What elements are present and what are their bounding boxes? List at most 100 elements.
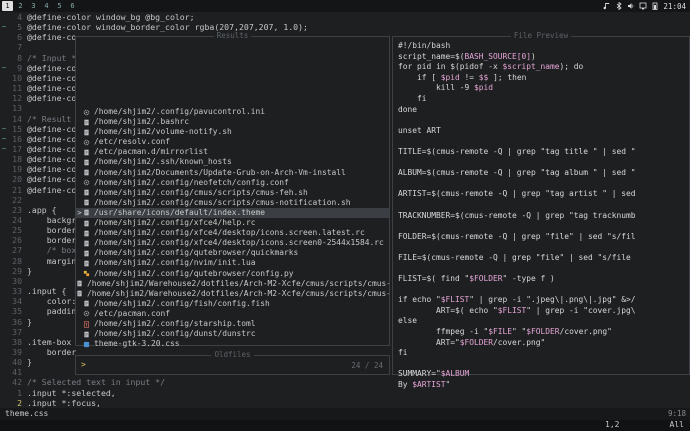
line-text: /* box <box>27 245 77 256</box>
line-number: 4 <box>17 12 22 22</box>
preview-title: File Preview <box>510 31 572 40</box>
result-item[interactable]: /home/shjim2/Documents/Update-Grub-on-Ar… <box>76 168 389 178</box>
result-item[interactable]: /home/shjim2/.ssh/known_hosts <box>76 157 389 167</box>
result-item[interactable]: /home/shjim2/.bashrc <box>76 117 389 127</box>
result-path: /home/shjim2/.config/qutebrowser/quickma… <box>94 248 299 258</box>
preview-token: $script_name <box>502 62 560 72</box>
line-number: 38 <box>12 336 22 347</box>
result-item[interactable]: /etc/resolv.conf <box>76 137 389 147</box>
result-item[interactable]: /home/shjim2/.config/neofetch/config.con… <box>76 178 389 188</box>
line-number: 34 <box>12 296 22 307</box>
workspace-button[interactable]: 1 <box>2 1 13 11</box>
line-number: 8 <box>17 52 22 63</box>
preview-token: $FOLDER <box>459 337 494 347</box>
result-item[interactable]: /home/shjim2/.config/xfce4/desktop/icons… <box>76 228 389 238</box>
preview-panel: File Preview #!/bin/bash script_name=$(BA… <box>392 31 690 389</box>
file-icon <box>84 129 89 136</box>
workspace-button[interactable]: 6 <box>67 1 78 11</box>
result-item[interactable]: /home/shjim2/.config/nvim/init.lua <box>76 258 389 268</box>
result-path: /etc/pacman.conf <box>94 308 171 318</box>
preview-token: " | grep -i ".jpeg\|.png\|.jpg" &>/ <box>469 295 636 305</box>
workspace-button[interactable]: 2 <box>15 1 26 11</box>
line-text: border <box>27 225 77 236</box>
search-input[interactable]: > <box>81 360 86 369</box>
result-item[interactable]: /home/shjim2/.config/xfce4/help.rc <box>76 218 389 228</box>
workspace-button[interactable]: 4 <box>41 1 52 11</box>
result-item[interactable]: /home/shjim2/Warehouse2/dotfiles/Arch-M2… <box>76 289 389 299</box>
preview-line: By $ARTIST" <box>398 380 688 391</box>
editor-line: 4 @define-color window_bg @bg_color; <box>0 12 690 23</box>
line-text: border <box>27 235 77 246</box>
result-item[interactable]: /home/shjim2/.config/qutebrowser/config.… <box>76 269 389 279</box>
result-path: /home/shjim2/.config/xfce4/help.rc <box>94 218 256 228</box>
line-text: } <box>27 316 32 327</box>
result-path: /home/shjim2/.config/cmus/scripts/cmus-f… <box>94 187 308 197</box>
result-item[interactable]: /home/shjim2/.config/xfce4/desktop/icons… <box>76 238 389 248</box>
preview-line: if [ $pid != $$ ]; then <box>398 73 688 84</box>
preview-line <box>398 200 688 211</box>
result-item[interactable]: > /usr/share/icons/default/index.theme <box>76 207 389 219</box>
system-tray: 21:04 <box>603 0 686 12</box>
line-text: border <box>27 346 77 357</box>
result-path: /home/shjim2/.ssh/known_hosts <box>94 157 232 167</box>
line-text: @define-co <box>27 32 77 43</box>
result-item[interactable]: /home/shjim2/.config/dunst/dunstrc <box>76 329 389 339</box>
line-number: 40 <box>12 357 22 368</box>
command-line[interactable]: 1,2 All <box>0 420 690 431</box>
line-number: 2 <box>17 397 22 408</box>
result-item[interactable]: /etc/pacman.conf <box>76 309 389 319</box>
volume-icon[interactable] <box>627 2 635 10</box>
network-icon[interactable] <box>639 2 647 10</box>
result-item[interactable]: /etc/pacman.d/mirrorlist <box>76 147 389 157</box>
line-text: /* Selected text in input */ <box>27 377 166 388</box>
python-icon <box>83 270 90 277</box>
workspace-button[interactable]: 5 <box>54 1 65 11</box>
preview-token: ) <box>531 51 536 61</box>
line-number: 29 <box>12 265 22 276</box>
preview-line <box>398 158 688 169</box>
line-number: 30 <box>12 275 22 286</box>
cursor-position: 1,2 <box>605 420 620 429</box>
result-item[interactable]: /home/shjim2/.config/cmus/scripts/cmus-f… <box>76 188 389 198</box>
preview-token: $FOLDER <box>469 274 503 284</box>
preview-token: TRACKNUMBER=$(cmus-remote -Q | grep "tag… <box>398 210 636 220</box>
result-item[interactable]: /home/shjim2/Warehouse2/dotfiles/Arch-M2… <box>76 279 389 289</box>
battery-icon[interactable] <box>651 2 659 10</box>
result-item[interactable]: /home/shjim2/.config/fish/config.fish <box>76 299 389 309</box>
line-number: 10 <box>12 72 22 83</box>
top-bar: 123456 21:04 <box>0 0 690 12</box>
result-path: /home/shjim2/.config/starship.toml <box>94 318 256 328</box>
preview-line: if echo "$FLIST" | grep -i ".jpeg\|.png\… <box>398 295 688 306</box>
line-text: backgr <box>27 215 77 225</box>
line-number: 26 <box>12 235 22 246</box>
preview-token: By <box>398 380 413 389</box>
preview-token: $FLIST <box>497 305 527 315</box>
bluetooth-icon[interactable] <box>615 2 623 10</box>
line-number: 17 <box>12 143 22 154</box>
result-item[interactable]: /home/shjim2/.config/pavucontrol.ini <box>76 107 389 117</box>
result-item[interactable]: theme-gtk-3.20.css <box>76 339 389 349</box>
file-icon <box>84 169 89 176</box>
line-number: 23 <box>12 204 22 215</box>
gear-icon <box>83 139 90 146</box>
preview-token: ARTIST=$(cmus-remote -Q | grep "tag arti… <box>398 189 636 199</box>
result-item[interactable]: /home/shjim2/.config/qutebrowser/quickma… <box>76 248 389 258</box>
line-number: 22 <box>12 194 22 205</box>
line-number: 37 <box>12 326 22 337</box>
preview-line: fi <box>398 348 688 359</box>
line-text: /* Result <box>27 113 72 124</box>
workspace-button[interactable]: 3 <box>28 1 39 11</box>
music-icon[interactable] <box>603 2 611 10</box>
results-panel: Results /home/shjim2/.config/pavucontrol… <box>75 31 390 349</box>
file-icon <box>84 200 89 206</box>
gear-icon <box>83 311 90 317</box>
result-count: 24 / 24 <box>351 361 383 370</box>
preview-line: TITLE=$(cmus-remote -Q | grep "tag title… <box>398 147 688 158</box>
result-item[interactable]: /home/shjim2/.config/starship.toml <box>76 319 389 329</box>
result-item[interactable]: /home/shjim2/volume-notify.sh <box>76 127 389 137</box>
preview-line: ALBUM=$(cmus-remote -Q | grep "tag album… <box>398 168 688 179</box>
line-number: 27 <box>12 245 22 256</box>
line-text: .input *:focus, <box>27 397 101 408</box>
result-item[interactable]: /home/shjim2/.config/cmus/scripts/cmus-n… <box>76 198 389 208</box>
status-line: theme.css 9:18 <box>0 408 690 420</box>
